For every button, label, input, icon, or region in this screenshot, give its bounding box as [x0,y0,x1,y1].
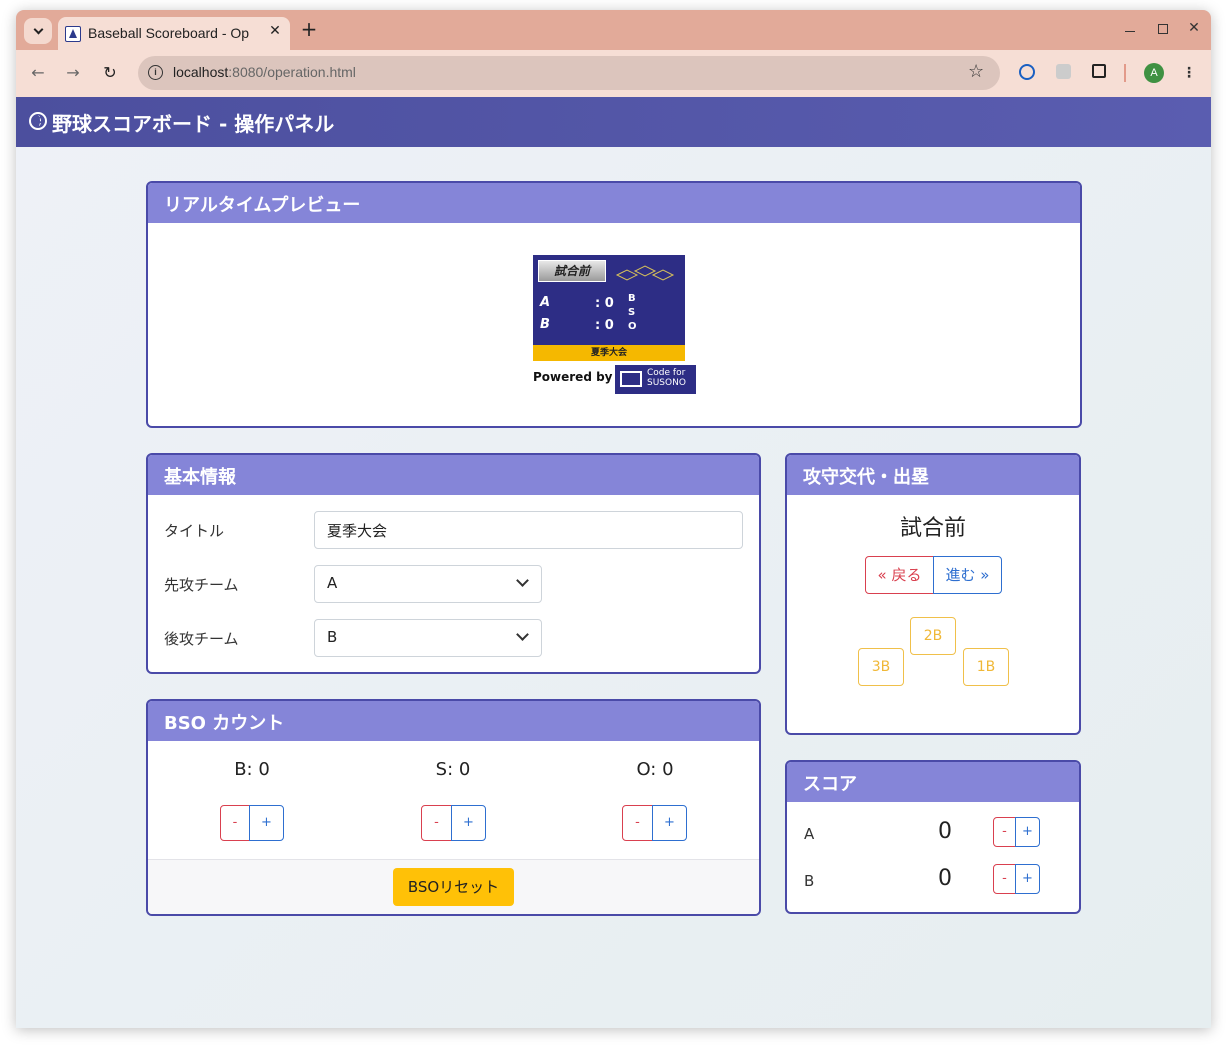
second-team-label: 後攻チーム [164,630,239,648]
score-team-b-label: B [804,872,815,890]
ball-minus-button[interactable]: - [220,805,250,841]
back-button[interactable]: ← [28,63,48,83]
title-input[interactable]: 夏季大会 [314,511,743,549]
score-card: スコア A 0 - + B 0 - + [785,760,1081,914]
maximize-icon [1158,24,1168,34]
browser-tab[interactable]: Baseball Scoreboard - Op ✕ [58,17,290,50]
second-team-value: B [327,628,338,646]
second-base-button[interactable]: 2B [910,617,956,655]
bso-header: BSO カウント [148,701,759,741]
preview-team-b: B [540,317,550,332]
bso-card: BSO カウント B: 0 S: 0 O: 0 - + - + - + BSOリ… [146,699,761,916]
minimize-icon [1125,30,1135,32]
chevron-down-icon [516,628,529,641]
info-icon[interactable]: i [148,65,163,80]
page-content: 野球スコアボード - 操作パネル リアルタイムプレビュー 試合前 A B : 0… [16,97,1211,1028]
score-team-a-label: A [804,825,815,843]
toolbar-divider [1124,64,1126,82]
url-text: localhost:8080/operation.html [173,64,356,80]
base-diamond-icon [615,265,675,281]
inning-status: 試合前 [899,516,966,541]
first-base-button[interactable]: 1B [963,648,1009,686]
menu-kebab-icon[interactable]: ⋮ [1180,64,1198,82]
favicon-icon [65,26,81,42]
ball-plus-button[interactable]: + [249,805,284,841]
preview-status: 試合前 [538,260,606,282]
browser-window: Baseball Scoreboard - Op ✕ + ✕ ← → ↻ i l… [16,10,1211,1028]
tab-title: Baseball Scoreboard - Op [88,25,250,41]
tab-search-button[interactable] [24,18,52,44]
preview-title-bar: 夏季大会 [533,345,685,361]
close-window-button[interactable]: ✕ [1184,20,1204,40]
address-bar[interactable]: i localhost:8080/operation.html ☆ [138,56,1000,90]
basic-info-card: 基本情報 タイトル 夏季大会 先攻チーム A 後攻チーム B [146,453,761,674]
bso-footer: BSOリセット [148,859,759,914]
preview-score-b: : 0 [595,318,614,333]
basic-info-header: 基本情報 [148,455,759,495]
preview-team-a: A [540,295,551,310]
url-host: localhost [173,64,229,80]
score-b-plus-button[interactable]: + [1015,864,1040,894]
tab-close-button[interactable]: ✕ [266,23,284,43]
inning-header: 攻守交代・出塁 [787,455,1079,495]
arrow-left-icon: ← [31,63,45,82]
new-tab-button[interactable]: + [298,18,320,40]
score-a-plus-button[interactable]: + [1015,817,1040,847]
code-for-susono-logo: Code for SUSONO [615,365,696,394]
logo-line2: SUSONO [647,378,686,388]
bookmark-star-icon[interactable]: ☆ [968,61,984,82]
chevron-down-icon [33,24,43,35]
reload-button[interactable]: ↻ [100,63,120,83]
strike-plus-button[interactable]: + [451,805,486,841]
reload-icon: ↻ [103,63,117,82]
logo-line1: Code for [647,368,686,378]
ball-count: B: 0 [234,759,270,780]
strike-count: S: 0 [435,759,471,780]
first-team-value: A [327,574,338,592]
first-team-label: 先攻チーム [164,576,239,594]
score-team-a-value: 0 [938,819,952,844]
logo-mark-icon [620,371,642,387]
score-b-minus-button[interactable]: - [993,864,1016,894]
scoreboard-preview: 試合前 A B : 0 : 0 B S O 夏季大会 [533,255,685,363]
forward-button[interactable]: → [63,63,83,83]
close-icon: ✕ [1188,20,1200,36]
arrow-right-icon: → [66,63,80,82]
url-path: :8080/operation.html [228,64,356,80]
preview-card-header: リアルタイムプレビュー [148,183,1080,223]
app-navbar: 野球スコアボード - 操作パネル [16,97,1211,147]
minimize-button[interactable] [1120,20,1140,40]
profile-avatar[interactable]: A [1144,63,1164,83]
tab-strip: Baseball Scoreboard - Op ✕ + ✕ [16,10,1211,50]
password-manager-icon[interactable] [1018,64,1036,82]
preview-s-label: S [628,307,636,318]
out-count: O: 0 [636,759,674,780]
page-title: 野球スコアボード - 操作パネル [52,112,335,136]
preview-card: リアルタイムプレビュー 試合前 A B : 0 : 0 B S O 夏季大会 P… [146,181,1082,428]
extensions-puzzle-icon[interactable] [1090,64,1108,82]
inning-forward-button[interactable]: 進む » [933,556,1002,594]
first-team-select[interactable]: A [314,565,542,603]
out-minus-button[interactable]: - [622,805,653,841]
extension-gear-icon[interactable] [1054,64,1072,82]
score-team-b-value: 0 [938,866,952,891]
preview-o-label: O [628,321,637,332]
powered-by-text: Powered by [533,370,613,384]
chevron-down-icon [516,574,529,587]
baseball-icon [29,112,47,130]
preview-score-a: : 0 [595,296,614,311]
strike-minus-button[interactable]: - [421,805,452,841]
second-team-select[interactable]: B [314,619,542,657]
browser-toolbar: ← → ↻ i localhost:8080/operation.html ☆ … [16,50,1211,97]
title-label: タイトル [164,522,225,540]
preview-b-label: B [628,293,636,304]
inning-back-button[interactable]: « 戻る [865,556,934,594]
score-header: スコア [787,762,1079,802]
score-a-minus-button[interactable]: - [993,817,1016,847]
bso-reset-button[interactable]: BSOリセット [393,868,514,906]
maximize-button[interactable] [1153,20,1173,40]
out-plus-button[interactable]: + [652,805,687,841]
inning-card: 攻守交代・出塁 試合前 « 戻る 進む » 2B 3B 1B [785,453,1081,735]
third-base-button[interactable]: 3B [858,648,904,686]
